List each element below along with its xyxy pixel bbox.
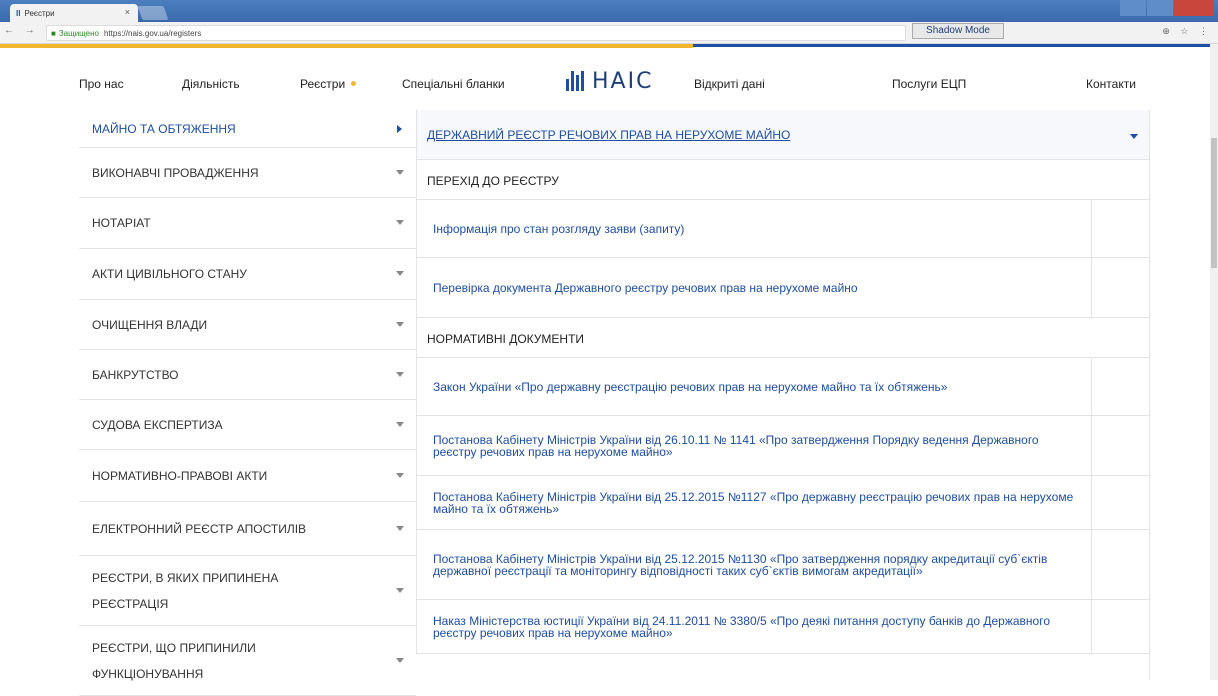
chevron-down-icon bbox=[396, 271, 404, 276]
sidebar-item-label: БАНКРУТСТВО bbox=[92, 367, 179, 382]
doc-link-text[interactable]: Постанова Кабінету Міністрів України від… bbox=[433, 553, 1080, 577]
new-tab-button[interactable] bbox=[137, 6, 169, 20]
doc-link-text[interactable]: Закон України «Про державну реєстрацію р… bbox=[433, 381, 947, 393]
register-title-text: ДЕРЖАВНИЙ РЕЄСТР РЕЧОВИХ ПРАВ НА НЕРУХОМ… bbox=[427, 128, 791, 142]
chevron-down-icon[interactable] bbox=[1130, 134, 1138, 139]
nav-registers-label: Реєстри bbox=[300, 77, 346, 91]
nav-contacts[interactable]: Контакти bbox=[1086, 77, 1136, 91]
doc-link-text[interactable]: Постанова Кабінету Міністрів України від… bbox=[433, 491, 1080, 515]
site-logo[interactable]: НАІС bbox=[566, 68, 653, 94]
sidebar-item-label: РЕЄСТРИ, ЩО ПРИПИНИЛИ ФУНКЦІОНУВАННЯ bbox=[92, 640, 256, 681]
sidebar-item-lustration[interactable]: ОЧИЩЕННЯ ВЛАДИ bbox=[79, 300, 416, 350]
registry-link-text[interactable]: Перевірка документа Державного реєстру р… bbox=[433, 282, 858, 294]
sidebar-menu: МАЙНО ТА ОБТЯЖЕННЯ ВИКОНАВЧІ ПРОВАДЖЕННЯ… bbox=[79, 110, 416, 696]
sidebar-item-apostille[interactable]: ЕЛЕКТРОННИЙ РЕЄСТР АПОСТИЛІВ bbox=[79, 502, 416, 556]
sidebar-item-label: ОЧИЩЕННЯ ВЛАДИ bbox=[92, 317, 208, 332]
doc-link[interactable]: Закон України «Про державну реєстрацію р… bbox=[417, 358, 1150, 416]
sidebar-item-label: АКТИ ЦИВІЛЬНОГО СТАНУ bbox=[92, 267, 247, 281]
sidebar-item-label: РЕЄСТРИ, В ЯКИХ ПРИПИНЕНА РЕЄСТРАЦІЯ bbox=[92, 570, 279, 611]
doc-link-text[interactable]: Постанова Кабінету Міністрів України від… bbox=[433, 434, 1080, 458]
scrollbar-thumb[interactable] bbox=[1211, 138, 1217, 268]
secure-label: Защищено bbox=[58, 28, 99, 38]
minimize-button[interactable] bbox=[1120, 0, 1146, 16]
section-heading-docs: НОРМАТИВНІ ДОКУМЕНТИ bbox=[417, 318, 1150, 358]
sidebar-item-label: ВИКОНАВЧІ ПРОВАДЖЕННЯ bbox=[92, 165, 259, 180]
chevron-down-icon bbox=[396, 371, 404, 377]
chevron-down-icon bbox=[396, 657, 404, 663]
doc-link[interactable]: Постанова Кабінету Міністрів України від… bbox=[417, 416, 1150, 476]
panel-border bbox=[1149, 110, 1150, 680]
window-controls bbox=[1119, 0, 1214, 16]
registry-link[interactable]: Перевірка документа Державного реєстру р… bbox=[417, 258, 1150, 318]
register-panel: ДЕРЖАВНИЙ РЕЄСТР РЕЧОВИХ ПРАВ НА НЕРУХОМ… bbox=[416, 110, 1150, 654]
sidebar-item-suspended-registers[interactable]: РЕЄСТРИ, В ЯКИХ ПРИПИНЕНА РЕЄСТРАЦІЯ bbox=[79, 556, 416, 626]
chevron-down-icon bbox=[396, 587, 404, 593]
url-field[interactable]: ■ Защищено https://nais.gov.ua/registers bbox=[46, 25, 906, 41]
nav-ecp-services[interactable]: Послуги ЕЦП bbox=[892, 77, 966, 91]
doc-link[interactable]: Постанова Кабінету Міністрів України від… bbox=[417, 530, 1150, 600]
chevron-right-icon bbox=[397, 124, 402, 133]
doc-link-text[interactable]: Наказ Міністерства юстиції України від 2… bbox=[433, 615, 1080, 639]
accent-stripe-blue bbox=[693, 44, 1210, 47]
address-bar: ← → C ■ Защищено https://nais.gov.ua/reg… bbox=[0, 22, 1218, 44]
nav-registers[interactable]: Реєстри bbox=[300, 77, 357, 91]
registry-link[interactable]: Інформація про стан розгляду заяви (запи… bbox=[417, 200, 1150, 258]
tab-favicon-icon: ΙΙ bbox=[16, 8, 21, 18]
doc-link[interactable]: Постанова Кабінету Міністрів України від… bbox=[417, 476, 1150, 530]
tab-title: Реєстри bbox=[24, 8, 55, 18]
chevron-down-icon bbox=[396, 220, 404, 225]
chevron-down-icon bbox=[396, 525, 404, 531]
close-window-button[interactable] bbox=[1174, 0, 1214, 16]
registry-link-text[interactable]: Інформація про стан розгляду заяви (запи… bbox=[433, 223, 684, 235]
shadow-mode-button[interactable]: Shadow Mode bbox=[912, 23, 1004, 39]
doc-link[interactable]: Наказ Міністерства юстиції України від 2… bbox=[417, 600, 1150, 654]
chevron-down-icon bbox=[396, 169, 404, 175]
sidebar-item-property[interactable]: МАЙНО ТА ОБТЯЖЕННЯ bbox=[79, 110, 416, 148]
sidebar-item-notary[interactable]: НОТАРІАТ bbox=[79, 198, 416, 249]
sidebar-item-bankruptcy[interactable]: БАНКРУТСТВО bbox=[79, 350, 416, 400]
sidebar-item-label: МАЙНО ТА ОБТЯЖЕННЯ bbox=[92, 121, 236, 136]
sidebar-item-enforcement[interactable]: ВИКОНАВЧІ ПРОВАДЖЕННЯ bbox=[79, 148, 416, 198]
sidebar-item-legal-acts[interactable]: НОРМАТИВНО-ПРАВОВІ АКТИ bbox=[79, 450, 416, 502]
logo-bars-icon bbox=[566, 71, 586, 91]
sidebar-item-civil-acts[interactable]: АКТИ ЦИВІЛЬНОГО СТАНУ bbox=[79, 249, 416, 300]
toolbar-icons[interactable]: ⊕ ☆ ⋮ bbox=[1162, 26, 1212, 37]
chevron-down-icon bbox=[396, 421, 404, 427]
sidebar-item-label: СУДОВА ЕКСПЕРТИЗА bbox=[92, 417, 223, 432]
sidebar-item-discontinued-registers[interactable]: РЕЄСТРИ, ЩО ПРИПИНИЛИ ФУНКЦІОНУВАННЯ bbox=[79, 626, 416, 696]
logo-text: НАІС bbox=[592, 68, 654, 94]
section-heading-registry: ПЕРЕХІД ДО РЕЄСТРУ bbox=[417, 160, 1150, 200]
tab-close-icon[interactable]: × bbox=[125, 7, 130, 17]
nav-activity[interactable]: Діяльність bbox=[182, 77, 240, 91]
chevron-down-icon bbox=[396, 472, 404, 478]
sidebar-item-forensics[interactable]: СУДОВА ЕКСПЕРТИЗА bbox=[79, 400, 416, 450]
sidebar-item-label: НОРМАТИВНО-ПРАВОВІ АКТИ bbox=[92, 468, 268, 483]
nav-special-forms[interactable]: Спеціальні бланки bbox=[402, 77, 505, 91]
active-dot-icon bbox=[351, 81, 357, 86]
sidebar-item-label: ЕЛЕКТРОННИЙ РЕЄСТР АПОСТИЛІВ bbox=[92, 521, 307, 536]
nav-open-data[interactable]: Відкриті дані bbox=[694, 77, 765, 91]
sidebar-item-label: НОТАРІАТ bbox=[92, 216, 151, 230]
url-text: https://nais.gov.ua/registers bbox=[103, 28, 202, 38]
chevron-down-icon bbox=[396, 321, 404, 327]
browser-titlebar: ΙΙ Реєстри × bbox=[0, 0, 1218, 22]
lock-icon: ■ bbox=[51, 28, 56, 38]
maximize-button[interactable] bbox=[1147, 0, 1173, 16]
nav-about[interactable]: Про нас bbox=[79, 77, 124, 91]
browser-tab[interactable]: ΙΙ Реєстри × bbox=[10, 4, 138, 22]
register-title[interactable]: ДЕРЖАВНИЙ РЕЄСТР РЕЧОВИХ ПРАВ НА НЕРУХОМ… bbox=[417, 110, 1150, 160]
